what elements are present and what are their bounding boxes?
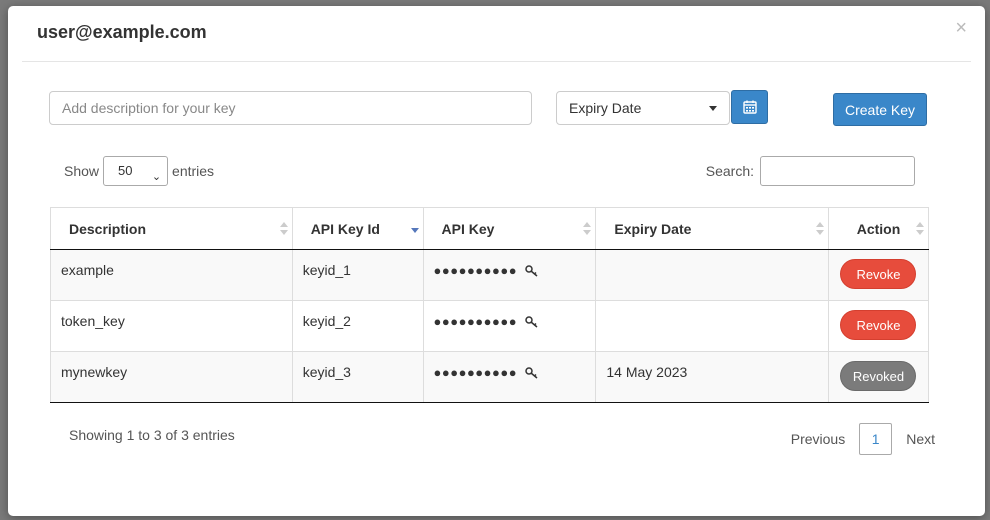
key-icon[interactable] xyxy=(525,316,539,328)
column-header-label: Expiry Date xyxy=(614,220,692,237)
caret-down-icon xyxy=(709,106,717,111)
show-label: Show xyxy=(64,163,100,179)
page-1-button[interactable]: 1 xyxy=(859,423,893,455)
key-icon[interactable] xyxy=(525,367,539,379)
search-label: Search: xyxy=(705,163,754,179)
expiry-date-select[interactable]: Expiry Date xyxy=(556,91,730,125)
cell-api-key: ●●●●●●●●●● xyxy=(422,300,597,352)
cell-api-key: ●●●●●●●●●● xyxy=(422,351,597,403)
cell-action: Revoke xyxy=(827,249,930,301)
modal-header: user@example.com × xyxy=(22,6,971,62)
key-icon[interactable] xyxy=(525,265,539,277)
masked-api-key: ●●●●●●●●●● xyxy=(433,263,518,278)
column-header-label: Description xyxy=(69,220,147,237)
cell-key-id: keyid_3 xyxy=(291,351,424,403)
entries-label: entries xyxy=(172,163,215,179)
entries-select-value: 50 xyxy=(118,163,133,178)
masked-api-key: ●●●●●●●●●● xyxy=(433,365,518,380)
sort-descending-icon xyxy=(410,222,419,236)
column-header-label: API Key Id xyxy=(310,220,380,237)
column-header-label: Action xyxy=(856,220,901,237)
previous-page-button[interactable]: Previous xyxy=(791,431,845,447)
calendar-icon xyxy=(742,100,757,114)
entries-select[interactable]: 50 ⌄ xyxy=(103,156,169,186)
table-header-row: Description API Key Id API Key Expiry Da… xyxy=(50,207,930,250)
calendar-button[interactable] xyxy=(731,90,768,124)
expiry-date-select-value: Expiry Date xyxy=(569,100,642,116)
sort-icon xyxy=(815,222,824,236)
sort-icon xyxy=(916,222,924,236)
column-header-action[interactable]: Action xyxy=(827,207,930,250)
revoke-button[interactable]: Revoke xyxy=(840,259,917,289)
search-input[interactable] xyxy=(760,156,915,186)
cell-action: Revoked xyxy=(827,351,930,403)
modal-title: user@example.com xyxy=(37,22,207,42)
cell-expiry-date xyxy=(595,300,829,352)
cell-description: token_key xyxy=(50,300,293,352)
close-icon[interactable]: × xyxy=(955,18,967,38)
chevron-down-icon: ⌄ xyxy=(151,171,162,183)
sort-icon xyxy=(583,222,592,236)
entries-length-control: Show 50 ⌄ entries xyxy=(64,156,214,186)
column-header-api-key[interactable]: API Key xyxy=(422,207,597,250)
table-search: Search: xyxy=(706,156,915,186)
cell-action: Revoke xyxy=(827,300,930,352)
column-header-expiry-date[interactable]: Expiry Date xyxy=(595,207,829,250)
column-header-api-key-id[interactable]: API Key Id xyxy=(291,207,424,250)
cell-description: mynewkey xyxy=(50,351,293,403)
api-keys-table: Description API Key Id API Key Expiry Da… xyxy=(50,207,930,403)
cell-key-id: keyid_1 xyxy=(291,249,424,301)
cell-key-id: keyid_2 xyxy=(291,300,424,352)
pagination: Previous 1 Next xyxy=(791,422,935,456)
cell-description: example xyxy=(50,249,293,301)
table-row: mynewkey keyid_3 ●●●●●●●●●● 14 May 2023 … xyxy=(50,351,930,403)
table-info: Showing 1 to 3 of 3 entries xyxy=(69,427,235,443)
description-input[interactable] xyxy=(49,91,532,125)
cell-expiry-date: 14 May 2023 xyxy=(595,351,829,403)
cell-api-key: ●●●●●●●●●● xyxy=(422,249,597,301)
column-header-label: API Key xyxy=(441,220,495,237)
masked-api-key: ●●●●●●●●●● xyxy=(433,314,518,329)
create-key-button[interactable]: Create Key xyxy=(833,93,927,126)
revoke-button[interactable]: Revoke xyxy=(840,310,917,340)
table-row: example keyid_1 ●●●●●●●●●● Revoke xyxy=(50,249,930,301)
revoked-button[interactable]: Revoked xyxy=(840,361,917,391)
sort-icon xyxy=(279,222,288,236)
column-header-description[interactable]: Description xyxy=(50,207,293,250)
cell-expiry-date xyxy=(595,249,829,301)
table-row: token_key keyid_2 ●●●●●●●●●● Revoke xyxy=(50,300,930,352)
next-page-button[interactable]: Next xyxy=(906,431,935,447)
